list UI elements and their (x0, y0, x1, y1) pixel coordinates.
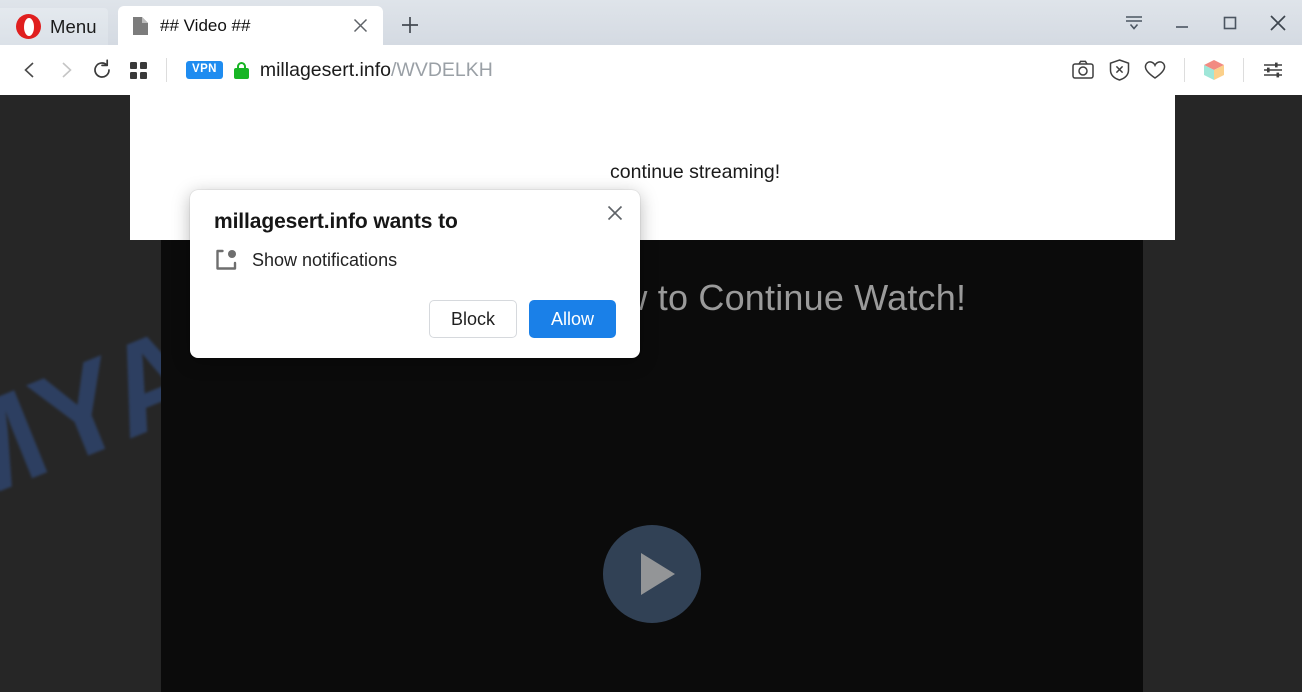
heart-icon[interactable] (1138, 53, 1172, 87)
tab-title: ## Video ## (160, 15, 251, 35)
minimize-icon[interactable] (1158, 0, 1206, 45)
secure-lock-icon[interactable] (233, 61, 249, 79)
back-icon[interactable] (12, 52, 48, 88)
url-text: millagesert.info/WVDELKH (260, 59, 493, 82)
permission-label: Show notifications (252, 249, 398, 270)
url-path: /WVDELKH (391, 58, 493, 81)
ad-blocker-icon[interactable] (1102, 53, 1136, 87)
tab-list-menu-icon[interactable] (1110, 0, 1158, 45)
forward-icon[interactable] (48, 52, 84, 88)
play-triangle-icon (640, 553, 675, 595)
browser-window: Menu ## Video ## VPN millagesert.info/WV… (0, 0, 1302, 692)
url-domain: millagesert.info (259, 58, 391, 81)
speed-dial-icon[interactable] (120, 52, 156, 88)
maximize-icon[interactable] (1206, 0, 1254, 45)
notification-permission-dialog: millagesert.info wants to Show notificat… (190, 190, 640, 358)
window-controls (1110, 0, 1302, 45)
opera-logo-icon (16, 14, 41, 39)
page-viewport: MYANTISPYWARE.COM continue streaming! Pl… (0, 95, 1302, 692)
close-window-icon[interactable] (1254, 0, 1302, 45)
toolbar-divider-3 (1243, 58, 1244, 82)
url-field[interactable]: VPN millagesert.info/WVDELKH (177, 59, 1066, 82)
vpn-badge[interactable]: VPN (186, 61, 223, 79)
notifications-icon (214, 248, 238, 272)
address-bar-actions (1066, 53, 1302, 87)
page-icon (132, 16, 149, 36)
toolbar-divider-2 (1184, 58, 1185, 82)
dialog-actions: Block Allow (214, 300, 616, 338)
new-tab-button[interactable] (393, 8, 427, 42)
easy-setup-icon[interactable] (1256, 53, 1290, 87)
extensions-cube-icon[interactable] (1197, 53, 1231, 87)
play-overlay-button[interactable] (603, 525, 701, 623)
opera-menu-button[interactable]: Menu (0, 8, 108, 45)
allow-button[interactable]: Allow (528, 300, 616, 338)
site-header-text: continue streaming! (610, 161, 781, 183)
opera-menu-label: Menu (50, 15, 97, 37)
snapshot-icon[interactable] (1066, 53, 1100, 87)
browser-tab[interactable]: ## Video ## (118, 6, 383, 45)
close-icon[interactable] (602, 200, 628, 226)
toolbar-divider (166, 58, 167, 82)
permission-row: Show notifications (214, 248, 616, 272)
block-button[interactable]: Block (428, 300, 517, 338)
dialog-title: millagesert.info wants to (214, 210, 458, 233)
reload-icon[interactable] (84, 52, 120, 88)
close-icon[interactable] (347, 13, 373, 39)
tab-strip: Menu ## Video ## (0, 0, 1302, 45)
address-bar: VPN millagesert.info/WVDELKH (0, 45, 1302, 95)
